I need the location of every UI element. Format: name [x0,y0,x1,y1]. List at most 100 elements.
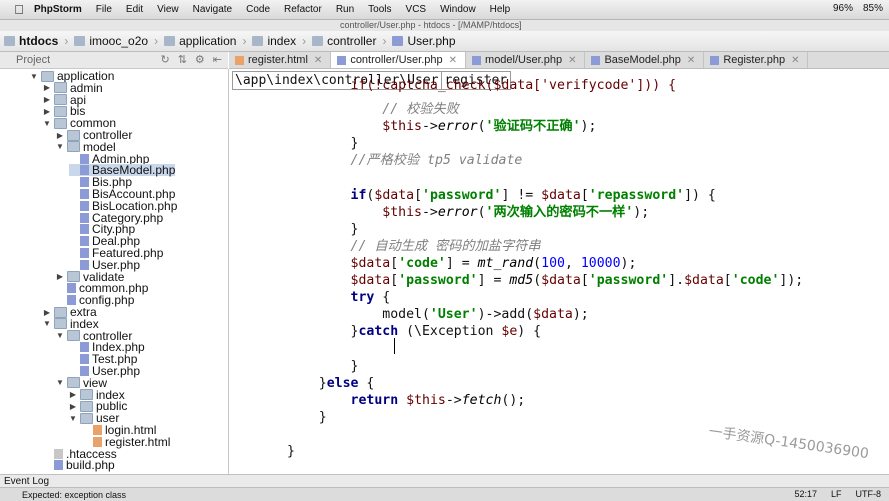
battery-level-2[interactable]: 85% [863,3,883,14]
menubar-status-area: 96% 85% [833,3,883,14]
code-line: $this->error('验证码不正确'); [382,119,597,135]
navigation-bar: htdocs › imooc_o2o › application › index › c… [0,31,889,52]
expanded-arrow-icon[interactable]: ▼ [69,414,77,423]
php-file-icon [80,189,89,199]
collapsed-arrow-icon[interactable]: ▶ [43,308,51,317]
breadcrumb-user-php[interactable]: User.php [392,34,456,48]
collapsed-arrow-icon[interactable]: ▶ [69,402,77,411]
menu-tools[interactable]: Tools [368,4,391,15]
php-file-icon [80,259,89,270]
menu-help[interactable]: Help [490,4,511,15]
line-separator[interactable]: LF [831,489,842,499]
menu-file[interactable]: File [96,4,112,15]
menu-edit[interactable]: Edit [126,4,143,15]
php-file-icon [80,236,89,247]
project-panel-title[interactable]: Project [16,54,50,66]
code-line: }else { [287,375,375,391]
collapsed-arrow-icon[interactable]: ▶ [43,83,51,92]
cursor-position[interactable]: 52:17 [794,489,817,499]
close-icon[interactable]: ✕ [314,55,322,66]
code-line: if(!captcha_check($data['verifycode'])) … [350,78,677,93]
php-file-icon [472,55,482,65]
code-line: } [287,358,359,374]
folder-icon [54,306,67,318]
folder-icon [41,70,54,82]
folder-icon [164,36,176,46]
expanded-arrow-icon[interactable]: ▼ [30,72,38,81]
menu-navigate[interactable]: Navigate [193,4,232,15]
expanded-arrow-icon[interactable]: ▼ [43,119,51,128]
tree-item[interactable]: build.php [43,458,115,472]
folder-icon [80,400,93,412]
expanded-arrow-icon[interactable]: ▼ [43,319,51,328]
breadcrumb-controller[interactable]: controller › [312,34,386,48]
folder-icon [4,36,15,46]
editor-tab-bar: register.html ✕ controller/User.php ✕ mode… [229,52,889,69]
folder-icon [54,82,67,94]
menu-vcs[interactable]: VCS [406,4,427,15]
php-file-icon [80,248,89,258]
close-icon[interactable]: ✕ [449,55,457,66]
php-file-icon [710,55,720,65]
html-file-icon [93,436,102,447]
close-icon[interactable]: ✕ [568,55,576,66]
folder-icon [54,318,67,330]
tab-model-user-php[interactable]: model/User.php ✕ [466,52,586,68]
file-encoding[interactable]: UTF-8 [856,489,882,499]
menu-window[interactable]: Window [440,4,476,15]
menu-view[interactable]: View [157,4,179,15]
php-file-icon [54,460,63,471]
breadcrumb-htdocs[interactable]: htdocs › [4,34,68,48]
apple-icon[interactable]:  [12,2,26,17]
code-line: } [287,409,327,425]
window-title-bar: controller/User.php - htdocs - [/MAMP/ht… [0,20,889,31]
folder-icon [312,36,324,46]
expanded-arrow-icon[interactable]: ▼ [56,378,64,387]
folder-icon [80,412,93,424]
tab-register-php[interactable]: Register.php ✕ [704,52,809,68]
breadcrumb-application[interactable]: application › [164,34,246,48]
menu-code[interactable]: Code [246,4,270,15]
folder-icon [54,117,67,129]
expanded-arrow-icon[interactable]: ▼ [56,142,64,151]
hide-panel-icon[interactable]: ⇤ [213,53,222,66]
html-file-icon [93,425,102,435]
php-file-icon [67,283,76,294]
code-line: } [287,221,359,237]
collapsed-arrow-icon[interactable]: ▶ [56,131,64,140]
php-file-icon [80,342,89,353]
battery-level-1[interactable]: 96% [833,3,853,14]
menu-app-name[interactable]: PhpStorm [34,4,82,15]
code-line: }catch (\Exception $e) { [287,324,542,340]
code-line: $data['password'] = md5($data['password'… [350,273,804,289]
breadcrumb-imooc[interactable]: imooc_o2o › [74,34,158,48]
code-line: model('User')->add($data); [287,307,589,323]
close-icon[interactable]: ✕ [791,55,799,66]
code-line: } [287,444,295,460]
status-message: Expected: exception class [22,489,127,500]
collapsed-arrow-icon[interactable]: ▶ [43,95,51,104]
sync-icon[interactable]: ↻ [160,53,169,66]
folder-icon [67,129,80,141]
collapsed-arrow-icon[interactable]: ▶ [69,390,77,399]
collapsed-arrow-icon[interactable]: ▶ [56,272,64,281]
php-file-icon [80,224,89,235]
menu-refactor[interactable]: Refactor [284,4,322,15]
expanded-arrow-icon[interactable]: ▼ [56,331,64,340]
collapsed-arrow-icon[interactable]: ▶ [43,107,51,116]
tab-register-html[interactable]: register.html ✕ [229,52,332,68]
folder-icon [74,36,86,46]
close-icon[interactable]: ✕ [687,55,695,66]
tab-controller-user-php[interactable]: controller/User.php ✕ [331,52,467,68]
breadcrumb-index[interactable]: index › [252,34,306,48]
php-file-icon [80,200,89,211]
event-log-bar: Event Log [0,474,889,488]
tab-basemodel-php[interactable]: BaseModel.php ✕ [585,52,705,68]
php-file-icon [591,55,601,65]
menu-run[interactable]: Run [336,4,354,15]
code-editor[interactable]: \app\index\controller\User register if(!… [229,69,889,474]
event-log-button[interactable]: Event Log [4,476,49,487]
settings-gear-icon[interactable]: ⚙ [195,53,205,66]
text-caret [394,338,395,354]
collapse-icon[interactable]: ⇅ [178,53,187,66]
